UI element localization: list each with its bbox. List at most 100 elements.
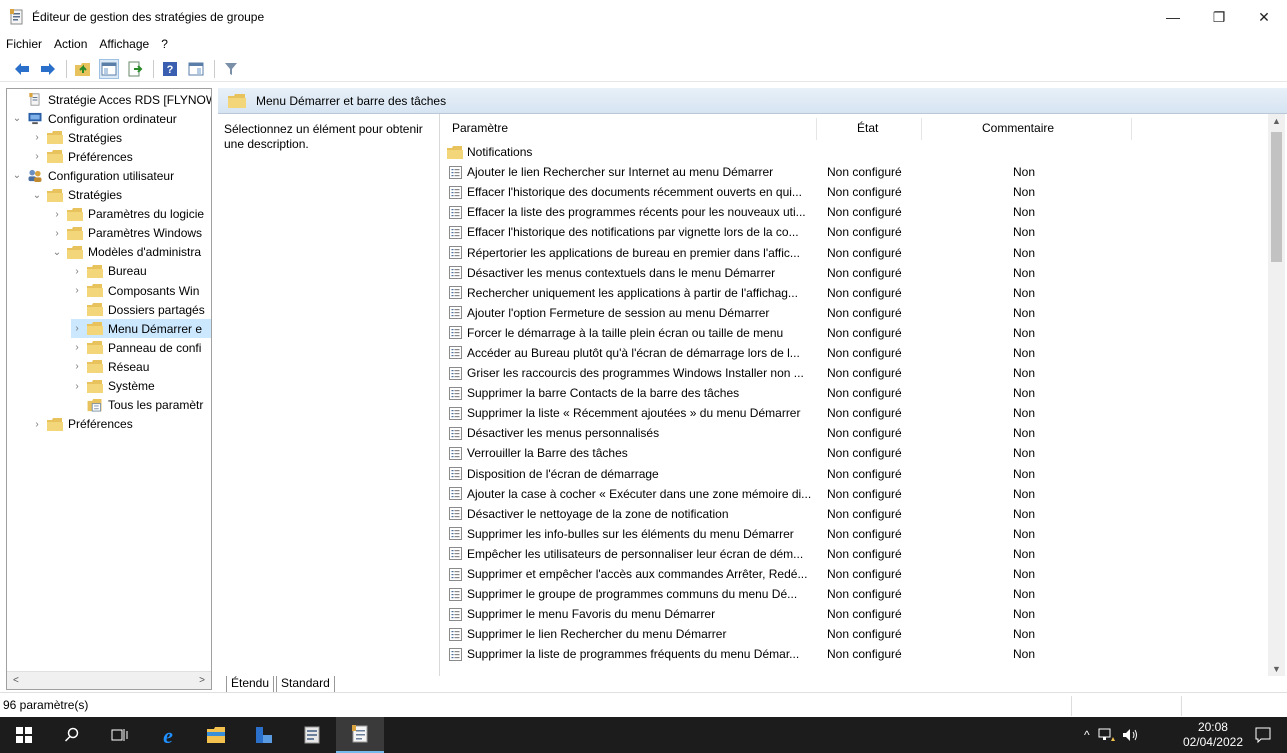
setting-row[interactable]: Supprimer les info-bulles sur les élémen… <box>441 524 1261 544</box>
chevron-right-icon[interactable]: › <box>71 381 83 392</box>
chevron-right-icon[interactable]: › <box>71 285 83 296</box>
show-hide-console-tree-button[interactable] <box>99 58 119 79</box>
setting-row[interactable]: Ajouter l'option Fermeture de session au… <box>441 303 1261 323</box>
column-header-etat[interactable]: État <box>857 121 878 135</box>
column-header-commentaire[interactable]: Commentaire <box>982 121 1054 135</box>
chevron-right-icon[interactable]: › <box>51 209 63 220</box>
tree-node[interactable]: Tous les paramètr <box>71 396 203 415</box>
menu-action[interactable]: Action <box>54 37 87 51</box>
tree-horizontal-scrollbar[interactable]: < > <box>7 671 211 689</box>
export-list-button[interactable] <box>125 59 145 79</box>
taskbar-internet-explorer[interactable]: e <box>144 717 192 753</box>
taskbar-clock[interactable]: 20:08 02/04/2022 <box>1183 720 1243 750</box>
task-view-button[interactable] <box>96 717 144 753</box>
setting-row[interactable]: Effacer l'historique des notifications p… <box>441 222 1261 242</box>
setting-row[interactable]: Rechercher uniquement les applications à… <box>441 283 1261 303</box>
setting-row[interactable]: Verrouiller la Barre des tâches Non confi… <box>441 443 1261 463</box>
setting-row[interactable]: Disposition de l'écran de démarrage Non c… <box>441 464 1261 484</box>
tree-node[interactable]: › Composants Win <box>71 281 199 300</box>
menu-help[interactable]: ? <box>161 37 168 51</box>
help-button[interactable]: ? <box>160 59 180 79</box>
tab-etendu[interactable]: Étendu <box>226 676 275 692</box>
chevron-down-icon[interactable]: ⌄ <box>11 113 23 124</box>
taskbar-gpo-editor-active[interactable] <box>336 717 384 753</box>
taskbar-gpmc[interactable] <box>288 717 336 753</box>
setting-row[interactable]: Supprimer le menu Favoris du menu Démarr… <box>441 604 1261 624</box>
chevron-right-icon[interactable]: › <box>71 266 83 277</box>
scroll-down-icon[interactable]: ▼ <box>1268 664 1285 674</box>
volume-icon[interactable] <box>1122 728 1140 742</box>
chevron-right-icon[interactable]: › <box>71 361 83 372</box>
tree-node[interactable]: ⌄ Stratégies <box>31 186 122 205</box>
forward-button[interactable] <box>38 59 58 79</box>
tree-node[interactable]: › Préférences <box>31 147 132 166</box>
setting-row[interactable]: Supprimer le lien Rechercher du menu Dém… <box>441 624 1261 644</box>
chevron-right-icon[interactable]: › <box>51 228 63 239</box>
tree-node[interactable]: Stratégie Acces RDS [FLYNOWSE <box>11 90 211 109</box>
back-button[interactable] <box>12 59 32 79</box>
setting-row[interactable]: Supprimer et empêcher l'accès aux comman… <box>441 564 1261 584</box>
tree-node[interactable]: › Menu Démarrer e <box>71 319 211 339</box>
setting-row[interactable]: Griser les raccourcis des programmes Win… <box>441 363 1261 383</box>
setting-row[interactable]: Supprimer la liste de programmes fréquen… <box>441 644 1261 664</box>
start-button[interactable] <box>0 717 48 753</box>
setting-row[interactable]: Empêcher les utilisateurs de personnalis… <box>441 544 1261 564</box>
chevron-right-icon[interactable]: › <box>71 323 83 334</box>
chevron-right-icon[interactable]: › <box>31 132 43 143</box>
tree-node[interactable]: › Système <box>71 377 154 396</box>
chevron-down-icon[interactable]: ⌄ <box>31 190 43 201</box>
show-hide-action-pane-button[interactable] <box>186 59 206 79</box>
tree-node[interactable]: ⌄ Modèles d'administra <box>51 243 201 262</box>
action-center-button[interactable] <box>1239 717 1287 753</box>
network-icon[interactable] <box>1098 728 1116 742</box>
column-divider[interactable] <box>921 118 922 140</box>
tree-node[interactable]: › Paramètres du logicie <box>51 205 204 224</box>
chevron-right-icon[interactable]: › <box>71 342 83 353</box>
maximize-button[interactable]: ❐ <box>1196 0 1242 34</box>
tree-node[interactable]: › Réseau <box>71 357 149 376</box>
tab-standard[interactable]: Standard <box>276 676 335 692</box>
filter-button[interactable] <box>221 59 241 79</box>
setting-row[interactable]: Supprimer la liste « Récemment ajoutées … <box>441 403 1261 423</box>
minimize-button[interactable]: — <box>1150 0 1196 34</box>
search-button[interactable] <box>48 717 96 753</box>
setting-row[interactable]: Forcer le démarrage à la taille plein éc… <box>441 323 1261 343</box>
setting-row[interactable]: Accéder au Bureau plutôt qu'à l'écran de… <box>441 343 1261 363</box>
taskbar-file-explorer[interactable] <box>192 717 240 753</box>
menu-fichier[interactable]: Fichier <box>6 37 42 51</box>
setting-row[interactable]: Effacer l'historique des documents récem… <box>441 182 1261 202</box>
tree-node[interactable]: › Paramètres Windows <box>51 224 202 243</box>
setting-row[interactable]: Ajouter le lien Rechercher sur Internet … <box>441 162 1261 182</box>
column-header-parametre[interactable]: Paramètre <box>452 121 508 135</box>
tree-node[interactable]: › Bureau <box>71 262 146 281</box>
setting-row[interactable]: Supprimer la barre Contacts de la barre … <box>441 383 1261 403</box>
scroll-left-icon[interactable]: < <box>13 675 19 686</box>
tree-node[interactable]: › Panneau de confi <box>71 338 201 357</box>
chevron-up-icon[interactable]: ^ <box>1084 728 1090 742</box>
scroll-up-icon[interactable]: ▲ <box>1268 116 1285 126</box>
folder-row-notifications[interactable]: Notifications <box>441 142 1261 162</box>
tree-node[interactable]: › Stratégies <box>31 128 122 147</box>
setting-row[interactable]: Effacer la liste des programmes récents … <box>441 202 1261 222</box>
list-vertical-scrollbar[interactable]: ▲ ▼ <box>1268 114 1285 676</box>
menu-affichage[interactable]: Affichage <box>99 37 149 51</box>
column-divider[interactable] <box>816 118 817 140</box>
setting-row[interactable]: Supprimer le groupe de programmes commun… <box>441 584 1261 604</box>
setting-row[interactable]: Ajouter la case à cocher « Exécuter dans… <box>441 484 1261 504</box>
up-level-button[interactable] <box>73 59 93 79</box>
setting-row[interactable]: Désactiver le nettoyage de la zone de no… <box>441 504 1261 524</box>
setting-row[interactable]: Désactiver les menus contextuels dans le… <box>441 263 1261 283</box>
setting-row[interactable]: Désactiver les menus personnalisés Non co… <box>441 423 1261 443</box>
chevron-right-icon[interactable]: › <box>31 419 43 430</box>
close-button[interactable]: ✕ <box>1241 0 1287 34</box>
tree-node[interactable]: ⌄ Configuration utilisateur <box>11 166 174 185</box>
scrollbar-thumb[interactable] <box>1271 132 1282 262</box>
tree-node[interactable]: Dossiers partagés <box>71 300 205 319</box>
chevron-down-icon[interactable]: ⌄ <box>51 247 63 258</box>
column-divider[interactable] <box>1131 118 1132 140</box>
chevron-right-icon[interactable]: › <box>31 151 43 162</box>
tree-node[interactable]: ⌄ Configuration ordinateur <box>11 109 177 128</box>
taskbar-server-manager[interactable] <box>240 717 288 753</box>
chevron-down-icon[interactable]: ⌄ <box>11 170 23 181</box>
scroll-right-icon[interactable]: > <box>199 675 205 686</box>
